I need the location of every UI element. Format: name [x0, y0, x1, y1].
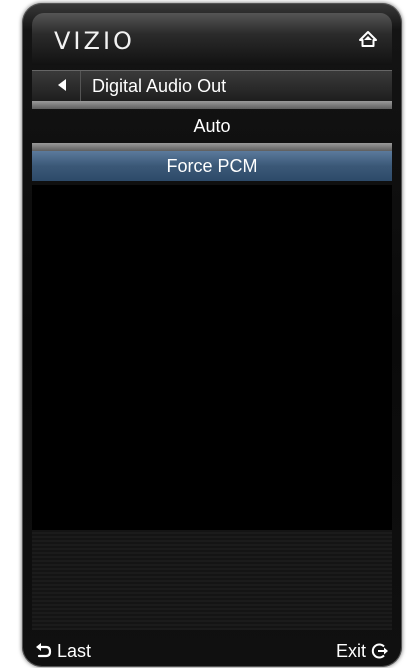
separator — [32, 101, 392, 109]
header-divider — [80, 71, 81, 101]
menu-lower-area — [32, 530, 392, 630]
option-label: Force PCM — [166, 156, 258, 176]
vizio-logo: VIZIO — [54, 27, 135, 55]
last-button[interactable]: Last — [34, 639, 91, 663]
menu-empty-area — [32, 185, 392, 530]
separator — [32, 143, 392, 151]
home-icon[interactable] — [358, 29, 378, 49]
tv-menu-panel: VIZIO Digital Audio Out Auto Force PCM L… — [22, 3, 402, 667]
menu-bottom-bar: Last Exit — [22, 633, 402, 667]
menu-title: Digital Audio Out — [92, 76, 227, 96]
exit-label: Exit — [335, 640, 366, 661]
return-arrow-icon — [36, 643, 52, 658]
exit-icon — [371, 643, 388, 659]
option-label: Auto — [193, 116, 231, 136]
option-auto[interactable]: Auto — [32, 111, 392, 141]
back-arrow-icon[interactable] — [58, 79, 66, 91]
exit-button[interactable]: Exit — [336, 639, 390, 663]
menu-top-bar: VIZIO — [32, 13, 392, 65]
menu-header[interactable]: Digital Audio Out — [32, 70, 392, 101]
last-label: Last — [57, 640, 92, 661]
option-force-pcm[interactable]: Force PCM — [32, 151, 392, 181]
